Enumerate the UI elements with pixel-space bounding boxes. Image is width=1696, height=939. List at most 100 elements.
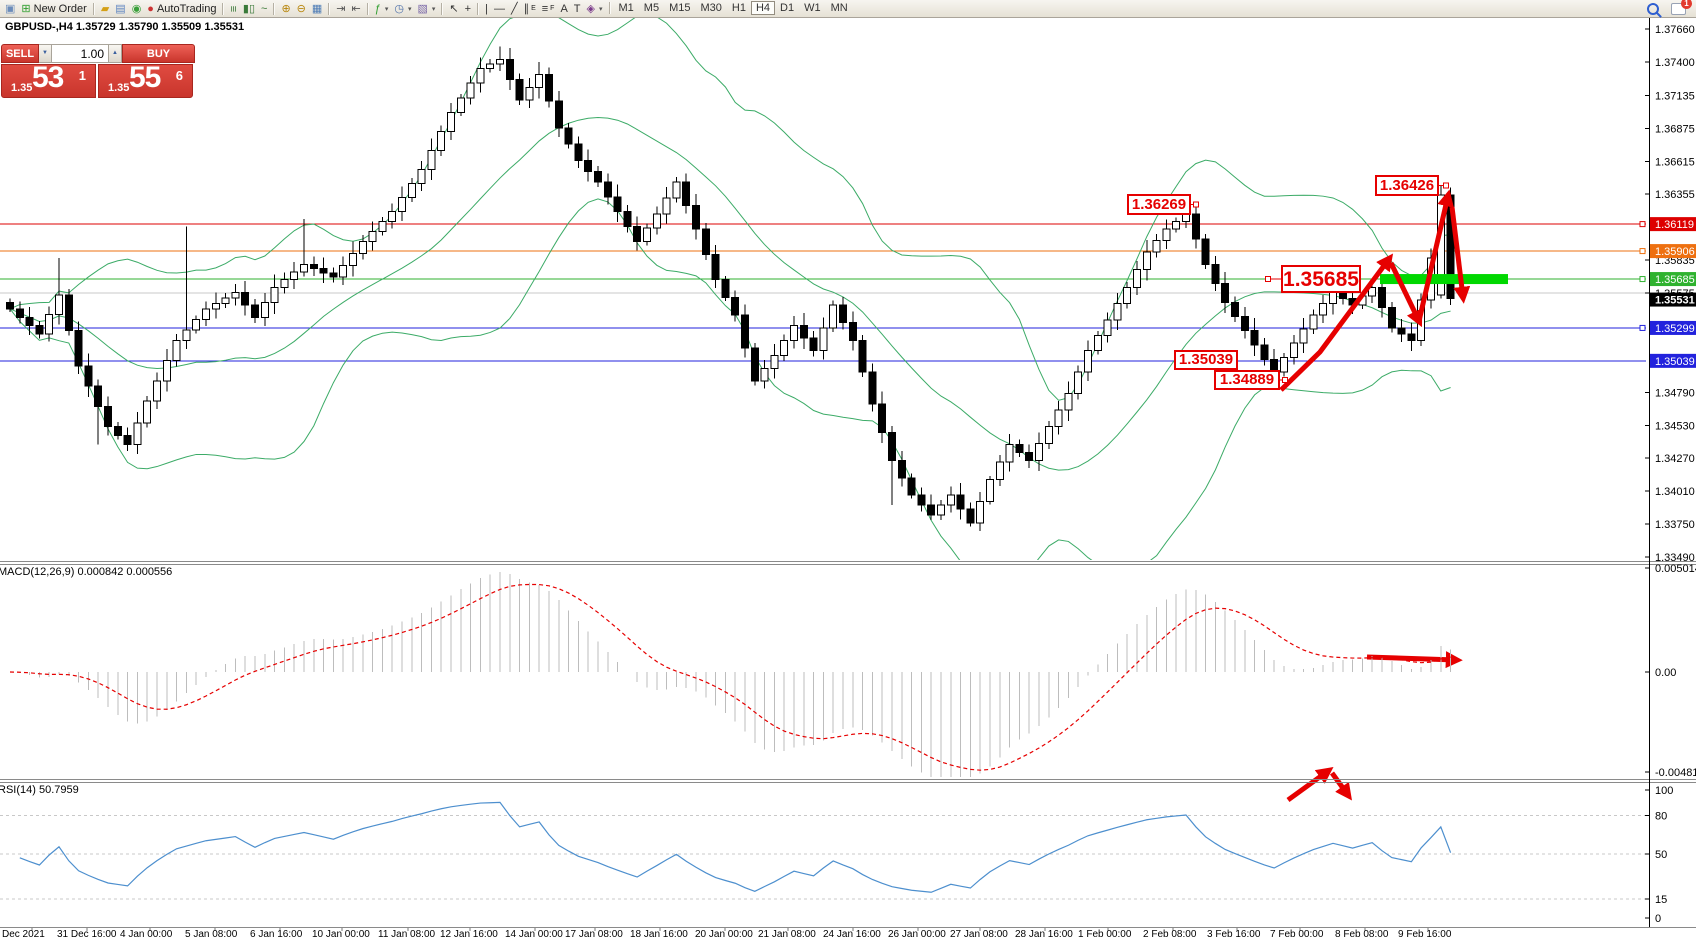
notifications-icon[interactable]: 1: [1671, 3, 1686, 15]
one-click-trading-panel: SELL ▼ ▲ BUY 1.35 53 1 1.35 55 6: [1, 44, 195, 98]
vertical-line-button[interactable]: |: [482, 1, 491, 17]
tile-windows-button[interactable]: ▦: [309, 1, 325, 17]
rsi-up-arrow[interactable]: [1288, 771, 1328, 800]
signals-button[interactable]: ◉: [129, 1, 145, 17]
timeframe-m5-button[interactable]: M5: [639, 2, 664, 14]
chart-shift-button[interactable]: ⇤: [349, 1, 364, 17]
candle: [1192, 214, 1199, 239]
hline-handle[interactable]: [1640, 277, 1645, 282]
buy-price-prefix: 1.35: [108, 82, 129, 94]
candlestick-chart-button[interactable]: ▮▯: [240, 1, 258, 17]
data-window-icon: ▤: [115, 2, 125, 16]
candle: [712, 254, 719, 279]
hline-handle[interactable]: [1640, 249, 1645, 254]
candle: [7, 302, 14, 308]
candle: [1330, 292, 1337, 303]
search-icon[interactable]: [1647, 3, 1659, 15]
zoom-out-button[interactable]: ⊖: [294, 1, 309, 17]
candle: [1036, 444, 1043, 461]
new-order-button[interactable]: ⊞New Order: [18, 1, 89, 17]
timeframe-m30-button[interactable]: M30: [695, 2, 726, 14]
candle: [938, 505, 945, 515]
hline-handle[interactable]: [1640, 325, 1645, 330]
hline-handle[interactable]: [1640, 222, 1645, 227]
equidistant-channel-icon: ∥: [524, 2, 530, 16]
candle: [340, 265, 347, 277]
timeframe-d1-button[interactable]: D1: [775, 2, 799, 14]
autotrading-button[interactable]: ●AutoTrading: [144, 1, 219, 17]
equidistant-channel-button[interactable]: ∥E: [521, 1, 539, 17]
auto-scroll-button[interactable]: ⇥: [333, 1, 348, 17]
candle: [536, 75, 543, 88]
timeframe-w1-button[interactable]: W1: [799, 2, 826, 14]
fibonacci-button[interactable]: ≡F: [539, 1, 558, 17]
candle: [771, 356, 778, 369]
line-chart-button[interactable]: ~: [258, 1, 270, 17]
candle: [702, 229, 709, 254]
market-watch-button[interactable]: ▰: [98, 1, 112, 17]
rsi-down-arrow[interactable]: [1332, 773, 1348, 795]
time-axis-label: 28 Jan 16:00: [1015, 929, 1073, 939]
candle: [163, 361, 170, 381]
label-anchor-handle[interactable]: [1194, 202, 1199, 207]
candle: [487, 64, 494, 68]
candle: [761, 368, 768, 381]
zoom-in-button[interactable]: ⊕: [278, 1, 293, 17]
market-watch-icon: ▰: [101, 2, 109, 16]
text-button[interactable]: A: [557, 1, 570, 17]
time-axis-label: 26 Jan 00:00: [888, 929, 946, 939]
cursor-button[interactable]: ↖: [446, 1, 461, 17]
chart-window-button[interactable]: ▣: [2, 1, 18, 17]
candle: [242, 292, 249, 305]
candle: [46, 315, 53, 335]
candle: [1281, 358, 1288, 373]
volume-up-button[interactable]: ▲: [109, 44, 122, 63]
candle: [918, 495, 925, 505]
timeframe-m1-button[interactable]: M1: [614, 2, 639, 14]
time-axis-label: 11 Jan 08:00: [378, 929, 436, 939]
buy-price-display[interactable]: 1.35 55 6: [98, 64, 193, 98]
label-anchor-handle[interactable]: [1283, 378, 1288, 383]
arrows-button[interactable]: ◈▾: [584, 1, 606, 17]
text-label-button[interactable]: T: [571, 1, 584, 17]
periods-button[interactable]: ◷▾: [391, 1, 414, 17]
candle: [546, 75, 553, 102]
candle: [516, 80, 523, 100]
timeframe-h4-button[interactable]: H4: [751, 1, 775, 15]
vertical-line-icon: |: [485, 2, 488, 16]
label-anchor-handle[interactable]: [1444, 183, 1449, 188]
templates-button[interactable]: ▧▾: [415, 1, 439, 17]
timeframe-m15-button[interactable]: M15: [664, 2, 695, 14]
candle: [154, 381, 161, 401]
candle: [36, 326, 43, 334]
data-window-button[interactable]: ▤: [112, 1, 128, 17]
candle: [869, 372, 876, 404]
frame-layer: [0, 18, 1696, 928]
axis-level-text: 1.35039: [1655, 356, 1695, 368]
indicators-button[interactable]: ƒ▾: [372, 1, 392, 17]
timeframe-mn-button[interactable]: MN: [826, 2, 853, 14]
label-anchor-handle[interactable]: [1266, 277, 1271, 282]
time-axis-layer[interactable]: Dec 202131 Dec 16:004 Jan 00:005 Jan 08:…: [2, 928, 1452, 939]
indicators-dropdown-icon: ▾: [385, 5, 389, 13]
candle: [595, 171, 602, 182]
candle: [693, 206, 700, 229]
candle: [957, 495, 964, 509]
timeframe-h1-button[interactable]: H1: [727, 2, 751, 14]
rsi-layer: [0, 802, 1649, 898]
bars-chart-button[interactable]: ≡: [227, 1, 239, 17]
candle: [987, 480, 994, 502]
candle: [575, 144, 582, 160]
crosshair-button[interactable]: +: [462, 1, 474, 17]
candle: [477, 68, 484, 83]
buy-price-pipette: 6: [176, 68, 183, 83]
rsi-axis-label: 100: [1655, 785, 1673, 797]
candle: [1300, 329, 1307, 343]
time-axis-label: 8 Feb 08:00: [1335, 929, 1389, 939]
sell-price-display[interactable]: 1.35 53 1: [1, 64, 96, 98]
horizontal-line-button[interactable]: —: [491, 1, 508, 17]
chart-canvas[interactable]: 1.362691.364261.356851.350391.348891.376…: [0, 0, 1696, 939]
price-axis-layer[interactable]: 1.376601.374001.371351.368751.366151.363…: [1645, 24, 1696, 925]
trendline-button[interactable]: ╱: [508, 1, 521, 17]
rsi-axis-label: 0: [1655, 913, 1661, 925]
